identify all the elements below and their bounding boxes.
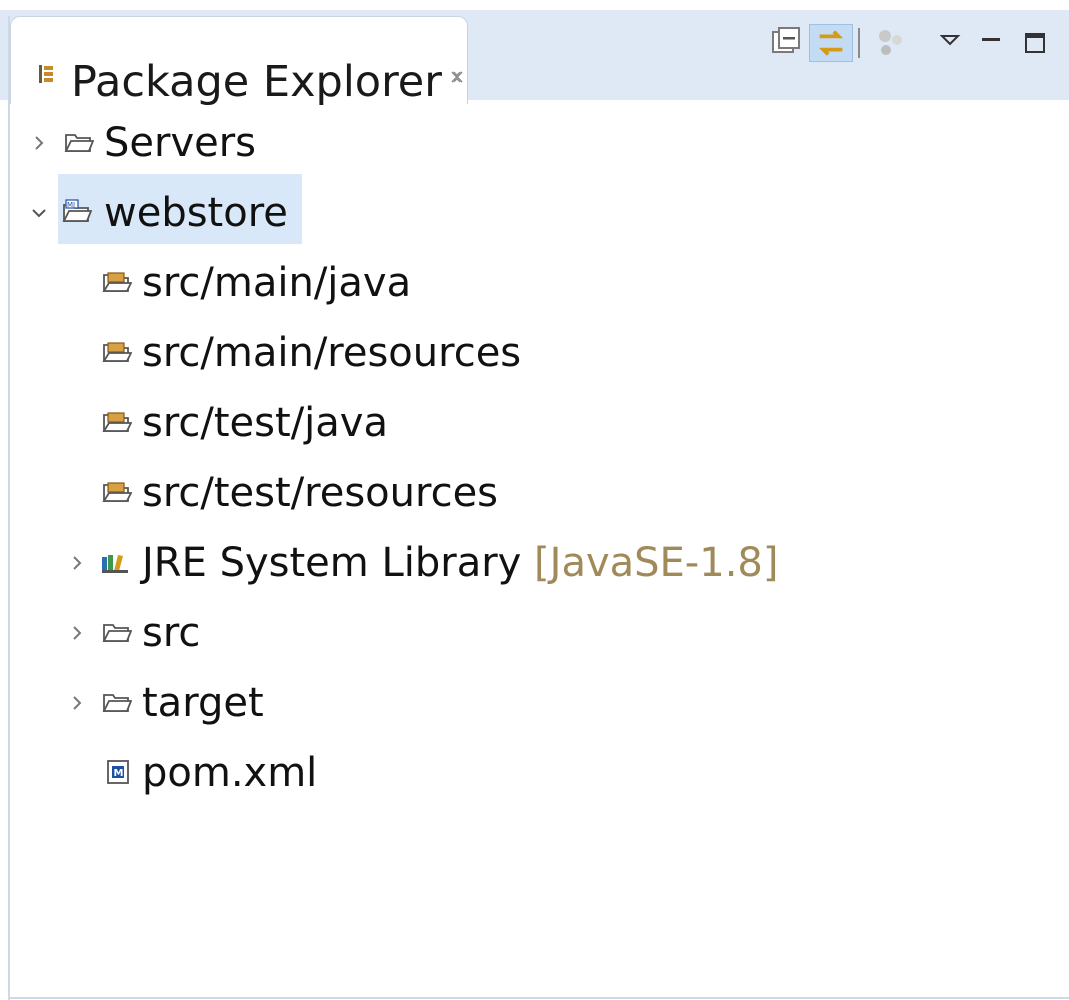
collapse-all-icon[interactable] <box>770 26 802 62</box>
tree-item-label: src/main/resources <box>142 330 522 376</box>
folder-icon <box>102 694 132 712</box>
chevron-right-icon[interactable] <box>68 554 86 572</box>
tree-item-source-folder[interactable]: src/main/resources <box>0 325 700 385</box>
chevron-right-icon[interactable] <box>68 694 86 712</box>
maximize-icon[interactable] <box>1022 26 1048 62</box>
tree-item-label: Servers <box>104 120 257 166</box>
tree-item-label: src/main/java <box>142 260 412 306</box>
view-title: Package Explorer <box>71 57 442 107</box>
source-folder-icon <box>102 342 132 362</box>
folder-icon <box>64 134 94 152</box>
view-menu-icon[interactable] <box>936 26 964 62</box>
tree-item-label: target <box>142 680 264 726</box>
tree-item-label: src/test/java <box>142 400 388 446</box>
tree-item-source-folder[interactable]: src/test/java <box>0 395 600 455</box>
tree-item-servers[interactable]: Servers <box>0 115 400 175</box>
tab-package-explorer[interactable]: Package Explorer <box>10 16 468 107</box>
chevron-right-icon[interactable] <box>68 624 86 642</box>
tree-item-label: JRE System Library <box>142 540 522 586</box>
package-explorer-view: Package Explorer Servers MJ webstore src… <box>0 0 1069 1000</box>
tree-item-folder-target[interactable]: target <box>0 675 400 735</box>
close-icon[interactable] <box>449 69 465 85</box>
link-with-editor-icon[interactable] <box>809 24 853 62</box>
tree-item-label: src/test/resources <box>142 470 499 516</box>
chevron-right-icon[interactable] <box>30 134 48 152</box>
tree-item-folder-src[interactable]: src <box>0 605 400 665</box>
source-folder-icon <box>102 412 132 432</box>
minimize-icon[interactable] <box>978 26 1004 62</box>
svg-text:M: M <box>114 768 124 779</box>
source-folder-icon <box>102 272 132 292</box>
folder-icon <box>102 624 132 642</box>
tree-item-pom-file[interactable]: M pom.xml <box>0 745 400 805</box>
tree-item-decoration: [JavaSE-1.8] <box>534 540 779 586</box>
tree-item-label: webstore <box>104 190 288 236</box>
tree-item-label: src <box>142 610 201 656</box>
view-border-bottom <box>8 997 1069 999</box>
package-explorer-icon <box>39 65 53 83</box>
svg-text:MJ: MJ <box>67 201 75 209</box>
maven-file-icon: M <box>107 760 129 784</box>
tree-item-source-folder[interactable]: src/main/java <box>0 255 600 315</box>
filter-icon[interactable] <box>874 26 908 62</box>
library-icon <box>102 555 128 573</box>
tree-item-jre-library[interactable]: JRE System Library [JavaSE-1.8] <box>0 535 900 595</box>
toolbar-separator <box>858 28 860 58</box>
chevron-down-icon[interactable] <box>30 204 48 222</box>
source-folder-icon <box>102 482 132 502</box>
maven-project-icon: MJ <box>62 199 92 222</box>
tree-item-label-group: JRE System Library [JavaSE-1.8] <box>142 535 778 591</box>
tree-item-source-folder[interactable]: src/test/resources <box>0 465 700 525</box>
tree-item-label: pom.xml <box>142 750 318 796</box>
tree-item-webstore[interactable]: MJ webstore <box>0 185 400 245</box>
